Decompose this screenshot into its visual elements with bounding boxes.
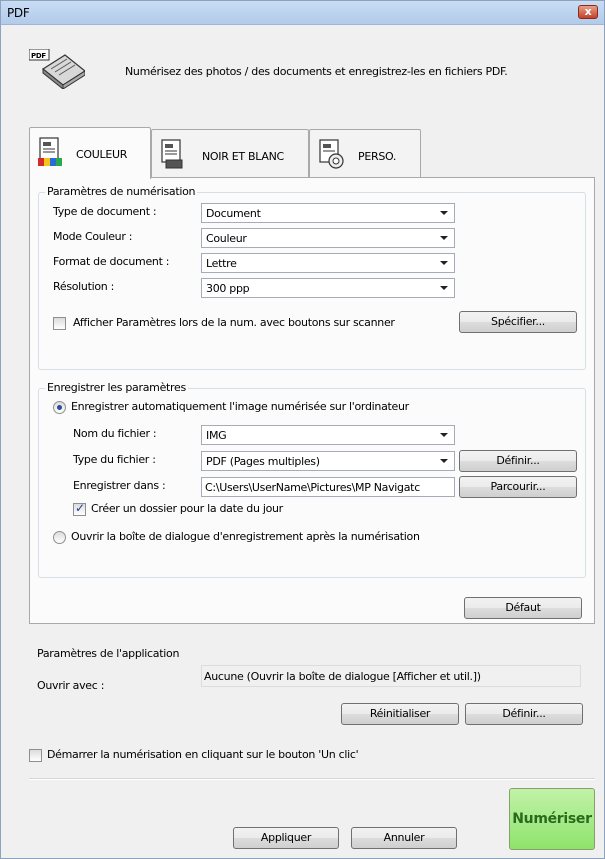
open-dialog-radio[interactable] bbox=[53, 531, 66, 544]
save-settings-title: Enregistrer les paramètres bbox=[45, 381, 188, 394]
browse-button[interactable]: Parcourir... bbox=[459, 476, 577, 498]
tab-noir-et-blanc-label: NOIR ET BLANC bbox=[202, 150, 284, 163]
app-settings-section: Paramètres de l'application Ouvrir avec … bbox=[29, 641, 595, 737]
save-in-field[interactable]: C:\Users\UserName\Pictures\MP Navigatc bbox=[201, 477, 455, 497]
default-button[interactable]: Défaut bbox=[464, 597, 582, 619]
tab-couleur[interactable]: COULEUR bbox=[29, 127, 151, 179]
document-type-label: Type de document : bbox=[53, 205, 157, 218]
chevron-down-icon bbox=[440, 286, 448, 290]
file-type-label: Type du fichier : bbox=[73, 453, 156, 466]
file-name-value: IMG bbox=[206, 429, 227, 442]
open-with-label: Ouvrir avec : bbox=[37, 679, 105, 692]
save-in-value: C:\Users\UserName\Pictures\MP Navigatc bbox=[205, 481, 420, 494]
bw-document-icon bbox=[161, 139, 183, 169]
header-description: Numérisez des photos / des documents et … bbox=[125, 65, 508, 78]
open-dialog-label: Ouvrir la boîte de dialogue d'enregistre… bbox=[71, 530, 420, 543]
resolution-label: Résolution : bbox=[53, 280, 115, 293]
tab-noir-et-blanc[interactable]: NOIR ET BLANC bbox=[151, 129, 309, 177]
file-type-select[interactable]: PDF (Pages multiples) bbox=[201, 451, 455, 471]
tab-panel-couleur: Paramètres de numérisation Type de docum… bbox=[29, 177, 595, 624]
apply-button[interactable]: Appliquer bbox=[233, 827, 339, 849]
close-button[interactable]: x bbox=[578, 5, 598, 19]
tab-perso-label: PERSO. bbox=[358, 150, 397, 163]
auto-save-label: Enregistrer automatiquement l'image numé… bbox=[71, 400, 409, 413]
custom-document-icon bbox=[319, 139, 344, 169]
chevron-down-icon bbox=[440, 236, 448, 240]
svg-text:PDF: PDF bbox=[31, 52, 46, 60]
tab-perso[interactable]: PERSO. bbox=[309, 129, 421, 177]
document-type-value: Document bbox=[206, 207, 261, 220]
resolution-select[interactable]: 300 ppp bbox=[201, 278, 455, 298]
pdf-dialog-window: PDF x PDF Numérisez des photos / des doc… bbox=[0, 0, 605, 859]
reset-button[interactable]: Réinitialiser bbox=[341, 703, 459, 725]
file-type-define-button[interactable]: Définir... bbox=[459, 450, 577, 472]
color-document-icon bbox=[38, 137, 62, 166]
file-name-label: Nom du fichier : bbox=[73, 427, 157, 440]
open-with-field: Aucune (Ouvrir la boîte de dialogue [Aff… bbox=[201, 665, 581, 687]
document-type-select[interactable]: Document bbox=[201, 203, 455, 223]
scan-settings-title: Paramètres de numérisation bbox=[45, 185, 198, 198]
one-click-checkbox[interactable] bbox=[29, 749, 42, 762]
save-settings-group: Enregistrer les paramètres Enregistrer a… bbox=[38, 381, 586, 578]
chevron-down-icon bbox=[440, 459, 448, 463]
document-format-select[interactable]: Lettre bbox=[201, 253, 455, 273]
document-format-label: Format de document : bbox=[53, 255, 170, 268]
document-format-value: Lettre bbox=[206, 257, 237, 270]
tab-couleur-label: COULEUR bbox=[76, 148, 128, 161]
color-mode-value: Couleur bbox=[206, 232, 247, 245]
show-settings-label: Afficher Paramètres lors de la num. avec… bbox=[73, 316, 395, 329]
auto-save-radio[interactable] bbox=[53, 401, 66, 414]
scan-button[interactable]: Numériser bbox=[509, 788, 595, 850]
scan-settings-group: Paramètres de numérisation Type de docum… bbox=[38, 185, 586, 370]
window-title: PDF bbox=[7, 6, 30, 20]
chevron-down-icon bbox=[440, 433, 448, 437]
chevron-down-icon bbox=[440, 211, 448, 215]
show-settings-checkbox[interactable] bbox=[53, 317, 66, 330]
file-name-combo[interactable]: IMG bbox=[201, 425, 455, 445]
file-type-value: PDF (Pages multiples) bbox=[206, 455, 320, 468]
resolution-value: 300 ppp bbox=[206, 282, 250, 295]
app-settings-title: Paramètres de l'application bbox=[37, 647, 180, 660]
app-define-button[interactable]: Définir... bbox=[465, 703, 583, 725]
color-mode-select[interactable]: Couleur bbox=[201, 228, 455, 248]
one-click-label: Démarrer la numérisation en cliquant sur… bbox=[47, 748, 359, 761]
date-folder-checkbox[interactable] bbox=[73, 501, 86, 516]
save-in-label: Enregistrer dans : bbox=[73, 479, 166, 492]
scanner-pdf-icon: PDF bbox=[29, 49, 85, 89]
cancel-button[interactable]: Annuler bbox=[351, 827, 457, 849]
specify-button[interactable]: Spécifier... bbox=[459, 311, 577, 333]
date-folder-label: Créer un dossier pour la date du jour bbox=[91, 502, 283, 515]
chevron-down-icon bbox=[440, 261, 448, 265]
footer-separator bbox=[29, 778, 595, 780]
color-mode-label: Mode Couleur : bbox=[53, 230, 133, 243]
open-with-value: Aucune (Ouvrir la boîte de dialogue [Aff… bbox=[204, 670, 481, 683]
title-bar: PDF x bbox=[1, 1, 604, 25]
